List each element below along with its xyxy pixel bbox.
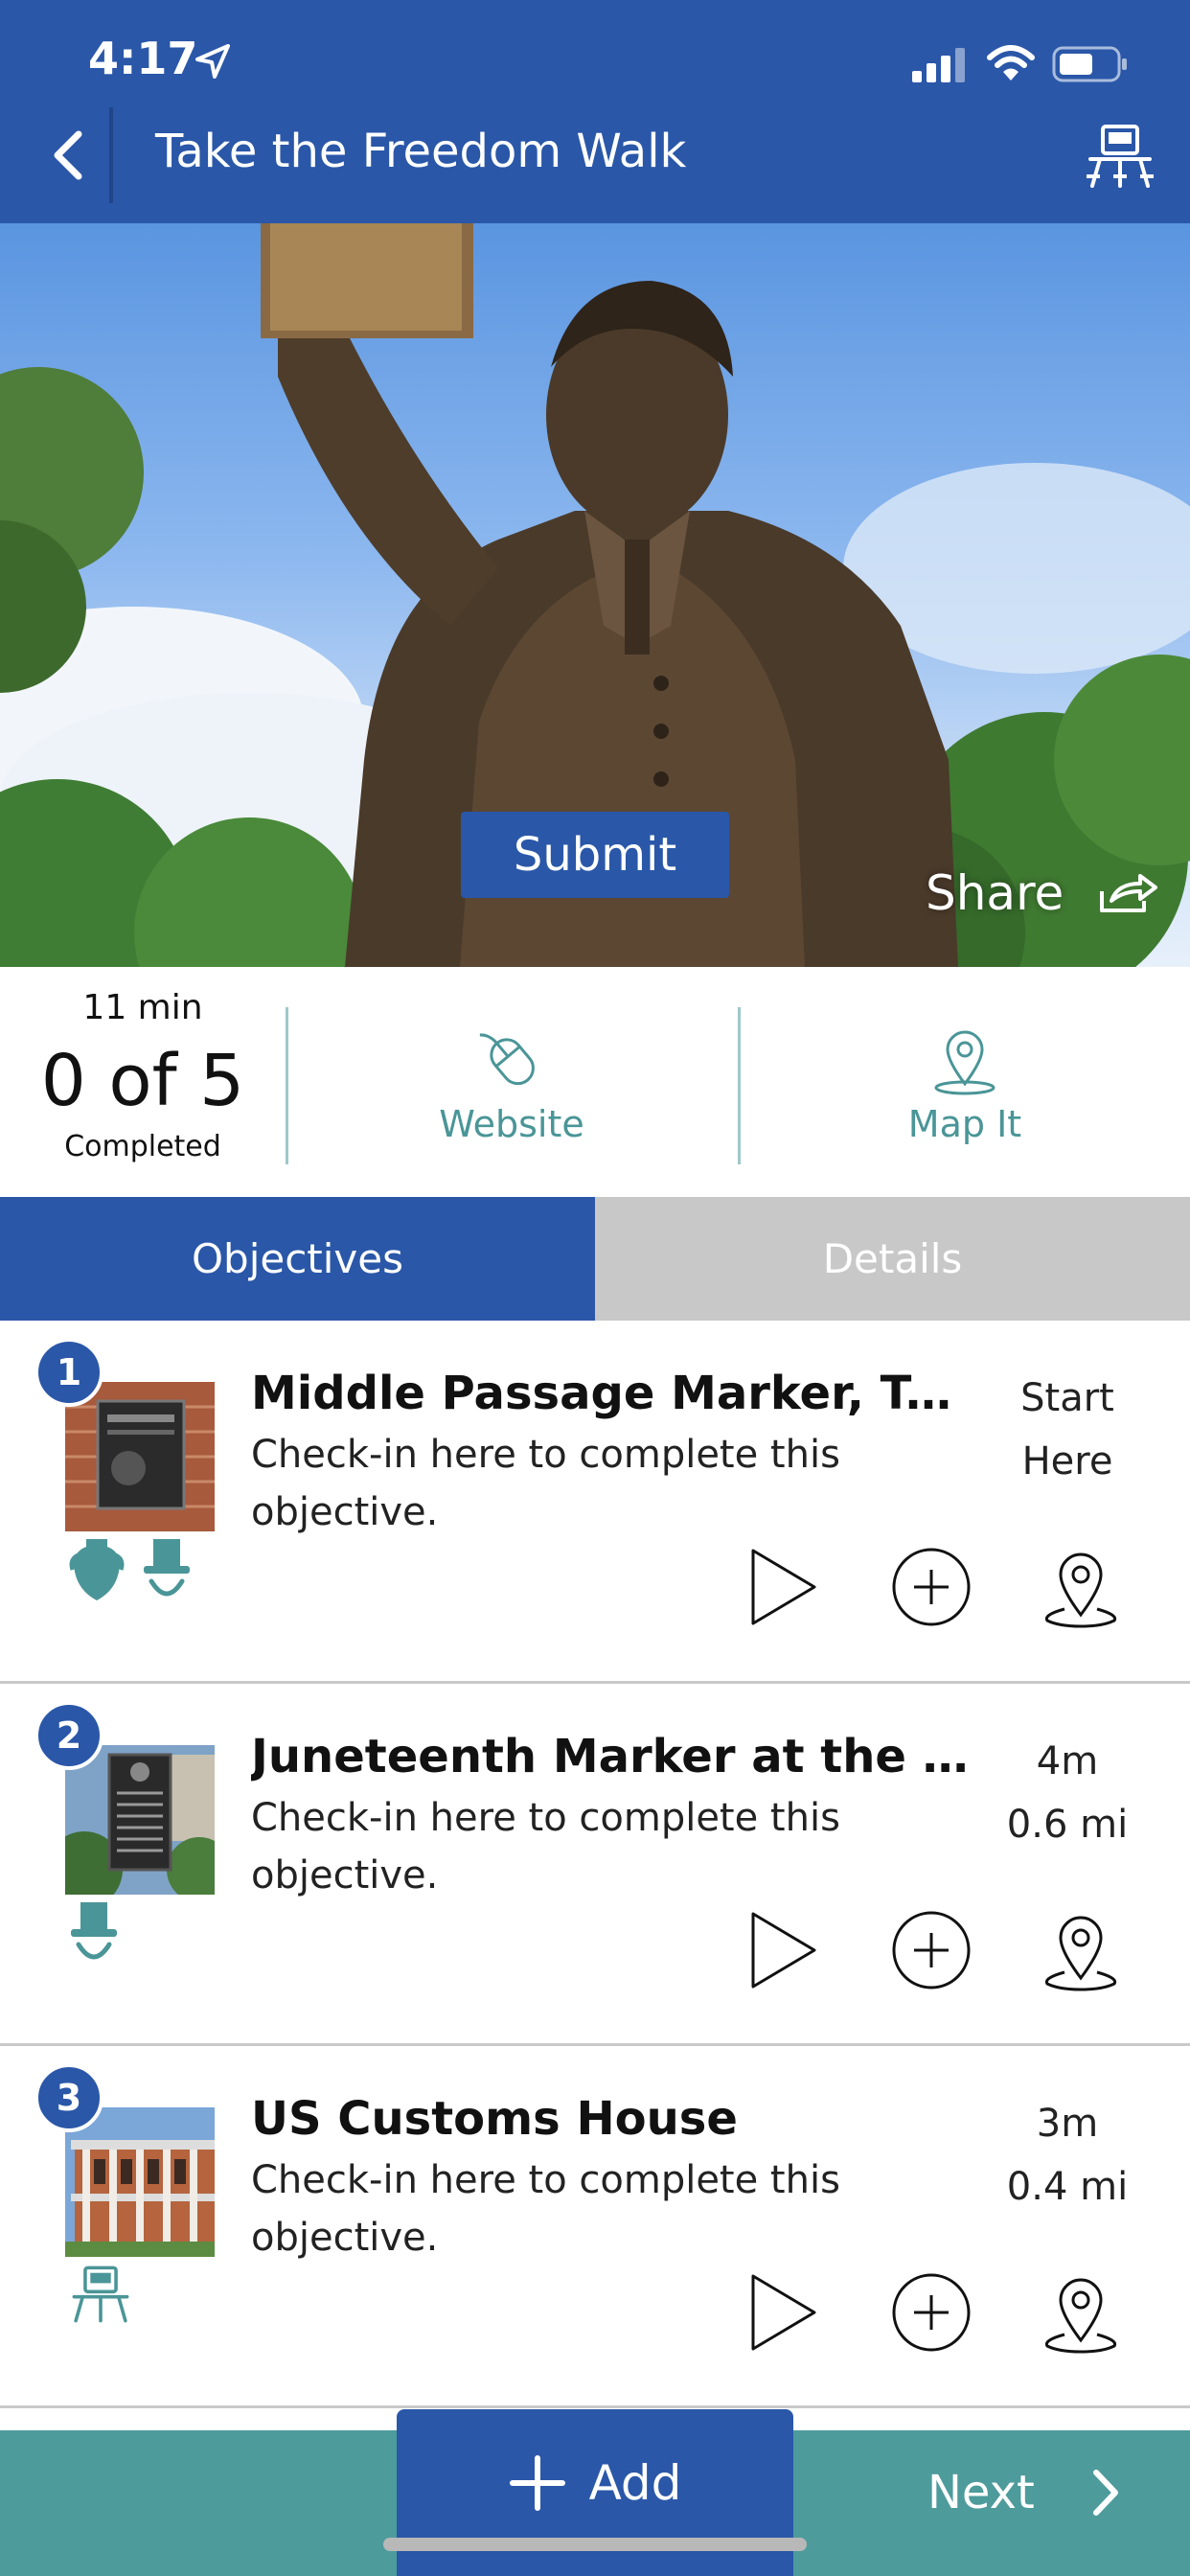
objective-badges [69, 1537, 192, 1606]
objective-badges [69, 1900, 119, 1969]
page-title: Take the Freedom Walk [155, 125, 687, 178]
website-button[interactable]: Website [368, 1024, 655, 1145]
objective-thumbnail [65, 2107, 215, 2257]
objective-meta-line2: 0.4 mi [1006, 2165, 1129, 2209]
cellular-signal-icon [912, 48, 965, 82]
objective-title: Juneteenth Marker at the site... [251, 1730, 979, 1783]
objective-divider [0, 2405, 1190, 2408]
objective-meta-line1: 4m [1036, 1739, 1099, 1783]
tab-objectives[interactable]: Objectives [0, 1197, 595, 1321]
play-button[interactable] [736, 1539, 832, 1635]
tab-details[interactable]: Details [595, 1197, 1190, 1321]
map-pin-button[interactable] [1033, 2265, 1129, 2360]
next-label: Next [927, 2466, 1035, 2519]
play-button[interactable] [736, 2265, 832, 2360]
objective-item[interactable]: 1 Middle Passage Marker, Texas... Check-… [0, 1321, 1190, 1683]
location-arrow-icon [195, 44, 230, 79]
mouse-icon [479, 1033, 535, 1086]
objective-meta-line2: Here [1021, 1439, 1113, 1484]
wifi-icon [987, 45, 1035, 80]
header-divider [109, 107, 113, 203]
objective-number: 1 [34, 1338, 103, 1407]
objective-actions [736, 1539, 1138, 1635]
map-pin-icon [934, 1030, 995, 1095]
map-it-label: Map It [907, 1103, 1022, 1145]
objective-meta: Start Here [970, 1367, 1165, 1493]
home-indicator [383, 2538, 807, 2551]
objective-description: Check-in here to complete this objective… [251, 1796, 840, 1898]
hero-image: Submit Share [0, 223, 1190, 967]
app-header: Take the Freedom Walk [0, 86, 1190, 223]
submit-button[interactable]: Submit [461, 812, 729, 898]
play-button[interactable] [736, 1902, 832, 1998]
chevron-right-icon [1092, 2470, 1118, 2516]
back-button[interactable] [29, 115, 105, 196]
objective-meta: 3m 0.4 mi [970, 2092, 1165, 2219]
stats-divider [286, 1007, 288, 1164]
objective-description: Check-in here to complete this objective… [251, 1433, 840, 1534]
objective-actions [736, 2265, 1138, 2360]
map-pin-icon [1044, 1916, 1117, 1991]
map-pin-icon [1044, 2278, 1117, 2354]
play-icon [751, 1912, 816, 1989]
share-label: Share [926, 865, 1064, 921]
objective-meta-line1: Start [1020, 1376, 1114, 1420]
stats-row: 11 min 0 of 5 Completed Website Map It [0, 967, 1190, 1197]
add-objective-button[interactable] [883, 2265, 979, 2360]
next-button[interactable]: Next [891, 2450, 1169, 2536]
objective-actions [736, 1902, 1138, 1998]
battery-icon [1052, 46, 1127, 82]
objective-thumbnail [65, 1745, 215, 1895]
website-label: Website [439, 1103, 584, 1145]
plus-circle-icon [892, 2273, 971, 2352]
objective-title: Middle Passage Marker, Texas... [251, 1367, 979, 1420]
easel-icon[interactable] [1085, 123, 1156, 190]
status-time: 4:17 [88, 33, 198, 84]
objective-meta-line1: 3m [1036, 2102, 1099, 2146]
plus-circle-icon [892, 1548, 971, 1626]
map-pin-button[interactable] [1033, 1902, 1129, 1998]
map-pin-button[interactable] [1033, 1539, 1129, 1635]
add-objective-button[interactable] [883, 1539, 979, 1635]
map-pin-icon [1044, 1552, 1117, 1628]
objective-meta: 4m 0.6 mi [970, 1730, 1165, 1856]
objective-title: US Customs House [251, 2092, 738, 2146]
top-hat-icon [71, 1902, 117, 1960]
vase-icon [69, 1539, 125, 1600]
play-icon [751, 2274, 816, 2351]
objective-item[interactable]: 2 Juneteenth Marker at the site... Check… [0, 1684, 1190, 2046]
top-hat-icon [144, 1539, 190, 1597]
map-it-button[interactable]: Map It [821, 1024, 1109, 1145]
objective-badges [69, 2263, 132, 2332]
share-icon [1100, 874, 1158, 912]
duration-text: 11 min [82, 988, 203, 1027]
stats-divider [738, 1007, 741, 1164]
plus-circle-icon [892, 1911, 971, 1990]
easel-icon [72, 2266, 129, 2323]
objective-number: 3 [34, 2063, 103, 2132]
objective-description: Check-in here to complete this objective… [251, 2158, 840, 2260]
completed-label: Completed [64, 1130, 221, 1163]
chevron-left-icon [54, 130, 82, 180]
progress-text: 0 of 5 [40, 1040, 245, 1122]
status-bar: 4:17 [0, 0, 1190, 86]
objective-thumbnail [65, 1382, 215, 1531]
add-label: Add [588, 2455, 682, 2511]
add-objective-button[interactable] [883, 1902, 979, 1998]
plus-icon [509, 2455, 565, 2511]
share-button[interactable]: Share [926, 860, 1159, 927]
play-icon [751, 1549, 816, 1625]
objective-meta-line2: 0.6 mi [1006, 1803, 1129, 1847]
objective-number: 2 [34, 1701, 103, 1770]
objective-item[interactable]: 3 US Customs House Check-in here to comp… [0, 2046, 1190, 2408]
